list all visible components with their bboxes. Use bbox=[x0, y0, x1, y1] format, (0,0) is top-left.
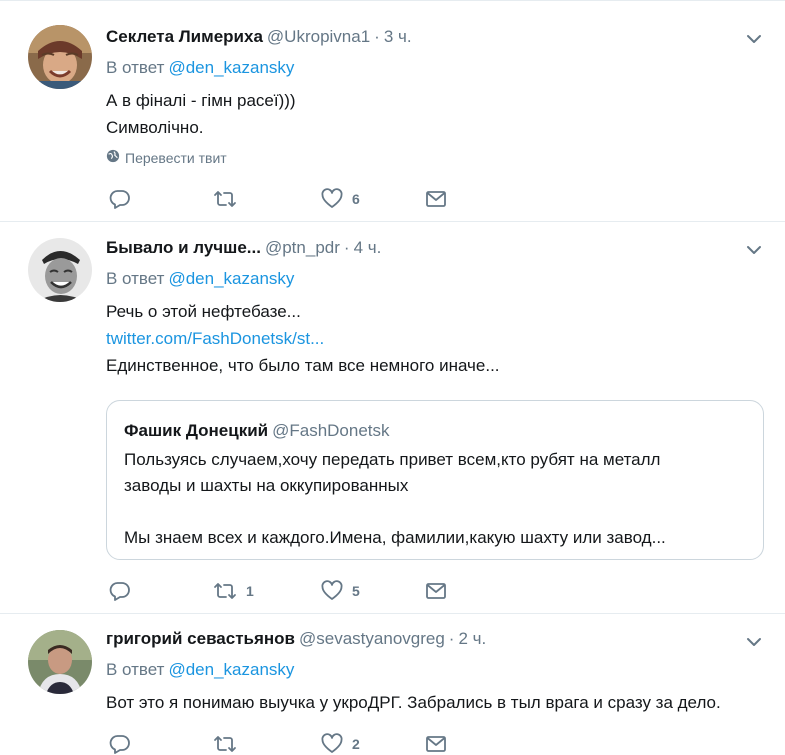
quoted-text-line: заводы и шахты на оккупированных bbox=[124, 476, 409, 495]
like-count: 2 bbox=[352, 736, 360, 752]
reply-button[interactable] bbox=[108, 187, 140, 211]
retweet-icon bbox=[212, 187, 238, 211]
quoted-username: @FashDonetsk bbox=[272, 421, 390, 440]
display-name[interactable]: Бывало и лучше... bbox=[106, 238, 261, 257]
translate-label: Перевести твит bbox=[125, 150, 227, 166]
envelope-icon bbox=[424, 732, 448, 755]
timestamp[interactable]: 4 ч. bbox=[354, 238, 382, 257]
tweet-actions: 6 bbox=[108, 187, 468, 211]
retweet-icon bbox=[212, 579, 238, 603]
retweet-button[interactable] bbox=[212, 187, 246, 211]
display-name[interactable]: Секлета Лимериха bbox=[106, 27, 263, 46]
reply-context: В ответ @den_kazansky bbox=[106, 660, 294, 680]
tweet-text-line: Речь о этой нефтебазе... bbox=[106, 302, 301, 321]
globe-icon bbox=[106, 149, 120, 167]
chevron-down-icon[interactable] bbox=[744, 29, 764, 49]
reply-prefix: В ответ bbox=[106, 269, 165, 288]
separator-dot: · bbox=[343, 238, 350, 257]
timeline-top-divider bbox=[0, 0, 785, 1]
reply-prefix: В ответ bbox=[106, 58, 165, 77]
direct-message-button[interactable] bbox=[424, 732, 448, 755]
heart-icon bbox=[320, 579, 344, 603]
chevron-down-icon[interactable] bbox=[744, 632, 764, 652]
quoted-text-line bbox=[124, 499, 666, 525]
timestamp[interactable]: 2 ч. bbox=[458, 629, 486, 648]
quoted-text-line: Пользуясь случаем,хочу передать привет в… bbox=[124, 450, 661, 469]
reply-context: В ответ @den_kazansky bbox=[106, 58, 294, 78]
like-count: 6 bbox=[352, 191, 360, 207]
avatar[interactable] bbox=[28, 238, 92, 302]
avatar[interactable] bbox=[28, 25, 92, 89]
like-button[interactable]: 6 bbox=[320, 187, 360, 211]
quoted-text-line: Мы знаем всех и каждого.Имена, фамилии,к… bbox=[124, 528, 666, 547]
reply-button[interactable] bbox=[108, 579, 140, 603]
tweet-header: Секлета Лимериха @Ukropivna1 · 3 ч. bbox=[106, 27, 412, 47]
tweet-1[interactable]: Секлета Лимериха @Ukropivna1 · 3 ч. В ответ… bbox=[0, 9, 785, 222]
separator-dot: · bbox=[448, 629, 455, 648]
username[interactable]: @Ukropivna1 bbox=[267, 27, 370, 46]
tweet-text-line: Единственное, что было там все немного и… bbox=[106, 356, 500, 375]
translate-tweet-link[interactable]: Перевести твит bbox=[106, 149, 227, 167]
like-count: 5 bbox=[352, 583, 360, 599]
separator-dot: · bbox=[374, 27, 380, 46]
username[interactable]: @ptn_pdr bbox=[265, 238, 340, 257]
envelope-icon bbox=[424, 579, 448, 603]
reply-prefix: В ответ bbox=[106, 660, 165, 679]
reply-context: В ответ @den_kazansky bbox=[106, 269, 294, 289]
username[interactable]: @sevastyanovgreg bbox=[299, 629, 445, 648]
tweet-text-line: А в фіналі - гімн расеї))) bbox=[106, 91, 296, 110]
reply-mention-link[interactable]: @den_kazansky bbox=[168, 269, 294, 288]
reply-button[interactable] bbox=[108, 732, 140, 755]
reply-mention-link[interactable]: @den_kazansky bbox=[168, 660, 294, 679]
reply-icon bbox=[108, 732, 132, 755]
quoted-display-name: Фашик Донецкий bbox=[124, 421, 269, 440]
tweet-3[interactable]: григорий севастьянов @sevastyanovgreg · 2 ч… bbox=[0, 614, 785, 755]
reply-icon bbox=[108, 579, 132, 603]
retweet-icon bbox=[212, 732, 238, 755]
display-name[interactable]: григорий севастьянов bbox=[106, 629, 295, 648]
quoted-tweet-text: Пользуясь случаем,хочу передать привет в… bbox=[124, 447, 666, 551]
retweet-button[interactable] bbox=[212, 732, 246, 755]
reply-mention-link[interactable]: @den_kazansky bbox=[168, 58, 294, 77]
tweet-actions: 2 bbox=[108, 732, 468, 755]
tweet-link[interactable]: twitter.com/FashDonetsk/st... bbox=[106, 325, 500, 352]
direct-message-button[interactable] bbox=[424, 187, 448, 211]
envelope-icon bbox=[424, 187, 448, 211]
tweet-text: А в фіналі - гімн расеї))) Символічно. bbox=[106, 87, 296, 141]
heart-icon bbox=[320, 187, 344, 211]
quoted-tweet-header: Фашик Донецкий @FashDonetsk bbox=[124, 421, 390, 441]
quoted-tweet[interactable]: Фашик Донецкий @FashDonetsk Пользуясь слу… bbox=[106, 400, 764, 560]
like-button[interactable]: 2 bbox=[320, 732, 360, 755]
like-button[interactable]: 5 bbox=[320, 579, 360, 603]
tweet-header: григорий севастьянов @sevastyanovgreg · 2 ч… bbox=[106, 629, 486, 649]
avatar[interactable] bbox=[28, 630, 92, 694]
tweet-text: Вот это я понимаю выучка у укроДРГ. Забр… bbox=[106, 689, 721, 716]
timestamp[interactable]: 3 ч. bbox=[384, 27, 412, 46]
heart-icon bbox=[320, 732, 344, 755]
tweet-2[interactable]: Бывало и лучше... @ptn_pdr · 4 ч. В ответ @d… bbox=[0, 222, 785, 614]
tweet-header: Бывало и лучше... @ptn_pdr · 4 ч. bbox=[106, 238, 381, 258]
retweet-count: 1 bbox=[246, 583, 254, 599]
tweet-text-line: Символічно. bbox=[106, 118, 204, 137]
reply-icon bbox=[108, 187, 132, 211]
tweet-actions: 1 5 bbox=[108, 579, 468, 603]
tweet-text-line: Вот это я понимаю выучка у укроДРГ. Забр… bbox=[106, 693, 721, 712]
chevron-down-icon[interactable] bbox=[744, 240, 764, 260]
direct-message-button[interactable] bbox=[424, 579, 448, 603]
tweet-text: Речь о этой нефтебазе... twitter.com/Fas… bbox=[106, 298, 500, 379]
retweet-button[interactable]: 1 bbox=[212, 579, 254, 603]
